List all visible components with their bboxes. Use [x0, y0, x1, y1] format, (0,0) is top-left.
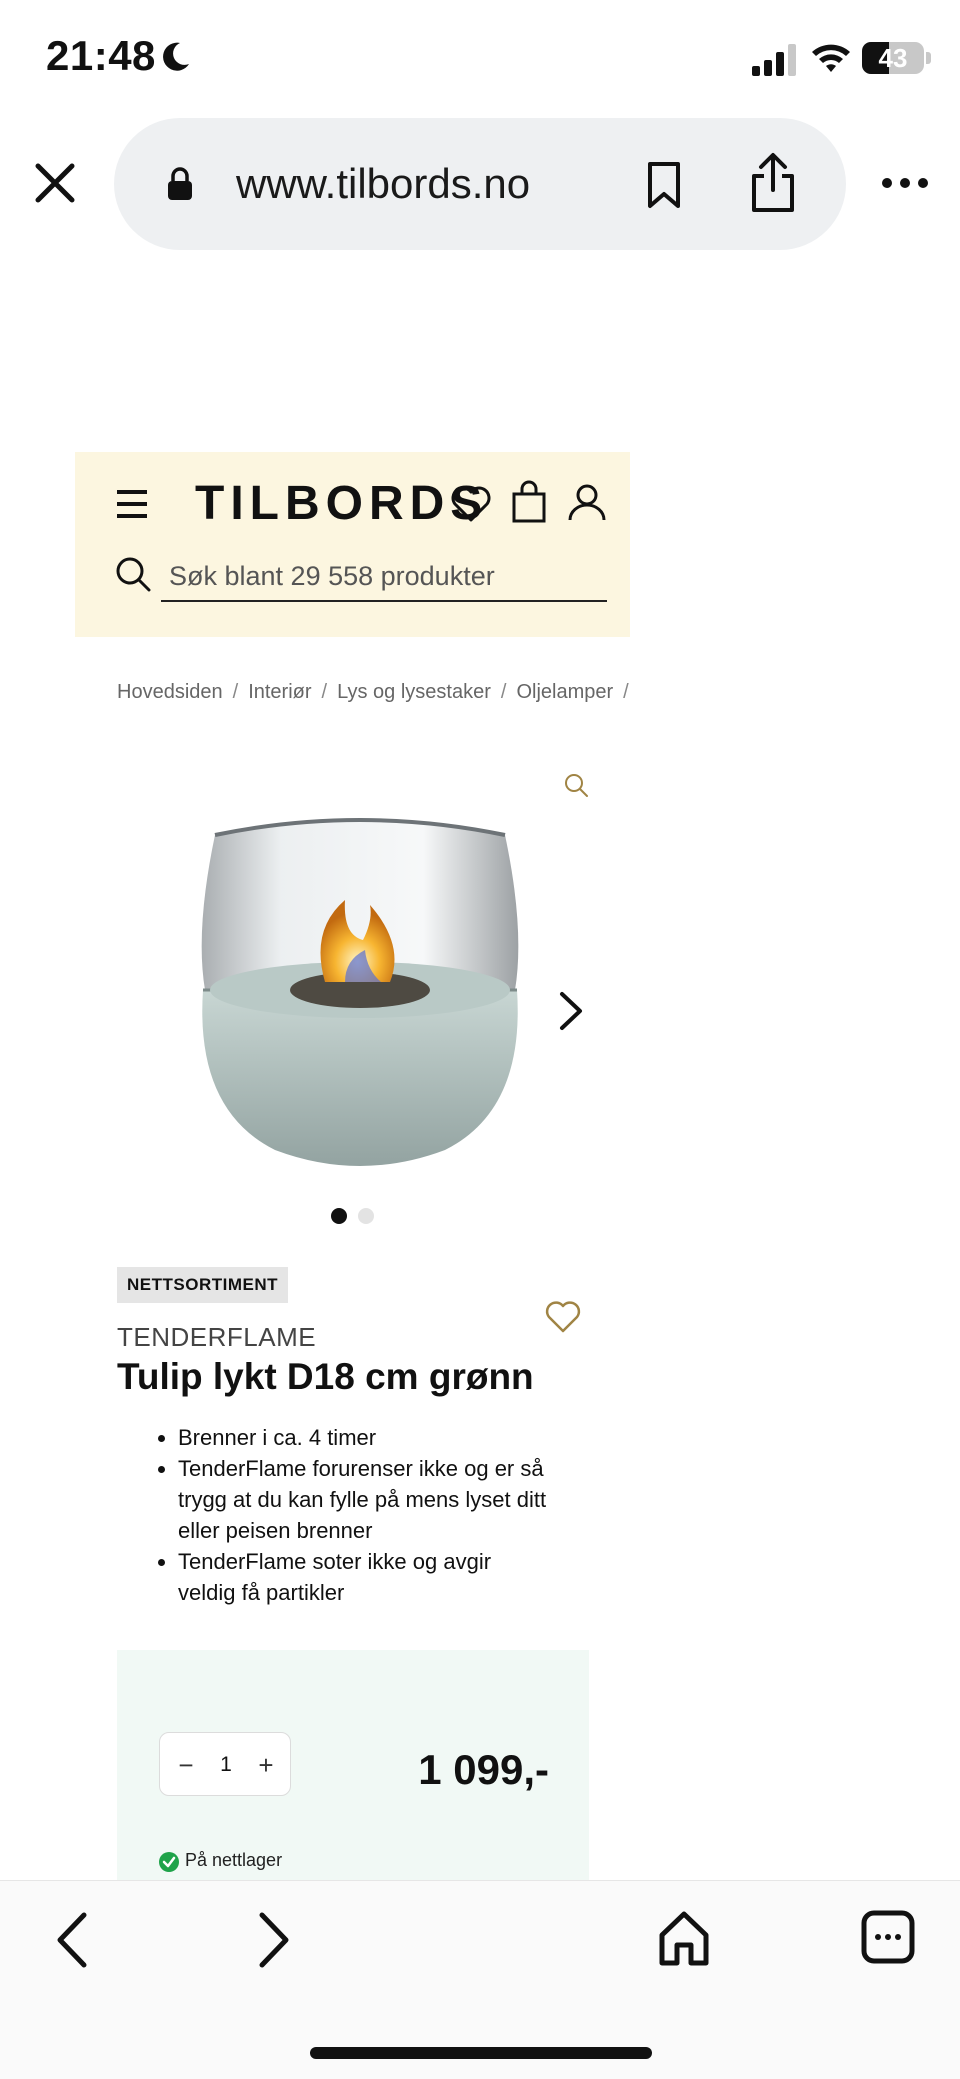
signal-icon	[752, 44, 796, 76]
battery-indicator: 43	[862, 42, 924, 74]
breadcrumb-item-candles[interactable]: Lys og lysestaker	[337, 681, 491, 703]
buy-box: − 1 + 1 099,- På nettlager	[117, 1650, 589, 1880]
bag-icon[interactable]	[511, 480, 547, 524]
breadcrumb-separator: /	[500, 681, 507, 703]
wifi-icon	[812, 44, 850, 72]
user-icon[interactable]	[567, 482, 607, 522]
breadcrumb-item-oil-lamps[interactable]: Oljelamper	[516, 681, 613, 703]
menu-icon[interactable]	[115, 488, 149, 520]
battery-level: 43	[878, 43, 908, 73]
back-icon[interactable]	[50, 1909, 94, 1971]
status-bar: 21:48 43	[0, 0, 960, 110]
url-text[interactable]: www.tilbords.no	[236, 160, 530, 208]
breadcrumb-separator: /	[623, 681, 629, 703]
search-input[interactable]	[161, 552, 607, 602]
breadcrumb-item-interior[interactable]: Interiør	[248, 681, 311, 703]
list-item: Brenner i ca. 4 timer	[178, 1422, 550, 1453]
quantity-value[interactable]: 1	[206, 1745, 246, 1785]
home-indicator[interactable]	[310, 2047, 652, 2059]
moon-icon	[163, 42, 189, 71]
heart-icon[interactable]	[450, 484, 492, 524]
battery-cap	[926, 52, 931, 64]
site-header: TILBORDS	[75, 452, 630, 637]
home-icon[interactable]	[656, 1909, 712, 1967]
product-brand[interactable]: TENDERFLAME	[117, 1322, 316, 1353]
browser-toolbar	[0, 1880, 960, 2079]
address-bar[interactable]: www.tilbords.no	[114, 118, 846, 250]
quantity-stepper: − 1 +	[159, 1732, 291, 1796]
breadcrumb-separator: /	[232, 681, 239, 703]
site-logo[interactable]: TILBORDS	[195, 476, 488, 531]
heart-icon[interactable]	[545, 1300, 581, 1334]
breadcrumb-separator: /	[321, 681, 328, 703]
stock-status: På nettlager	[185, 1850, 283, 1870]
carousel-dot[interactable]	[358, 1208, 374, 1224]
forward-icon[interactable]	[252, 1909, 296, 1971]
list-item: TenderFlame soter ikke og avgir veldig f…	[178, 1546, 550, 1608]
increase-button[interactable]: +	[246, 1745, 286, 1785]
feature-list: Brenner i ca. 4 timer TenderFlame forure…	[150, 1422, 550, 1608]
search-icon[interactable]	[115, 556, 151, 592]
tabs-icon[interactable]	[860, 1909, 916, 1965]
status-time: 21:48	[46, 32, 156, 79]
zoom-icon[interactable]	[563, 772, 589, 798]
breadcrumb: Hovedsiden / Interiør / Lys og lysestaker / Ol…	[117, 681, 632, 713]
product-image[interactable]	[195, 810, 525, 1170]
share-icon[interactable]	[746, 152, 800, 214]
list-item: TenderFlame forurenser ikke og er så try…	[178, 1453, 550, 1546]
carousel-dot-active[interactable]	[331, 1208, 347, 1224]
chevron-right-icon[interactable]	[558, 990, 584, 1032]
status-badge: NETTSORTIMENT	[117, 1267, 288, 1303]
product-title: Tulip lykt D18 cm grønn	[117, 1356, 534, 1397]
decrease-button[interactable]: −	[166, 1745, 206, 1785]
bookmark-icon[interactable]	[642, 160, 686, 210]
more-icon[interactable]	[880, 170, 930, 196]
lock-icon	[168, 167, 192, 200]
product-price: 1 099,-	[418, 1746, 549, 1793]
breadcrumb-item-home[interactable]: Hovedsiden	[117, 681, 223, 703]
close-icon[interactable]	[30, 158, 80, 208]
check-icon	[159, 1852, 179, 1872]
